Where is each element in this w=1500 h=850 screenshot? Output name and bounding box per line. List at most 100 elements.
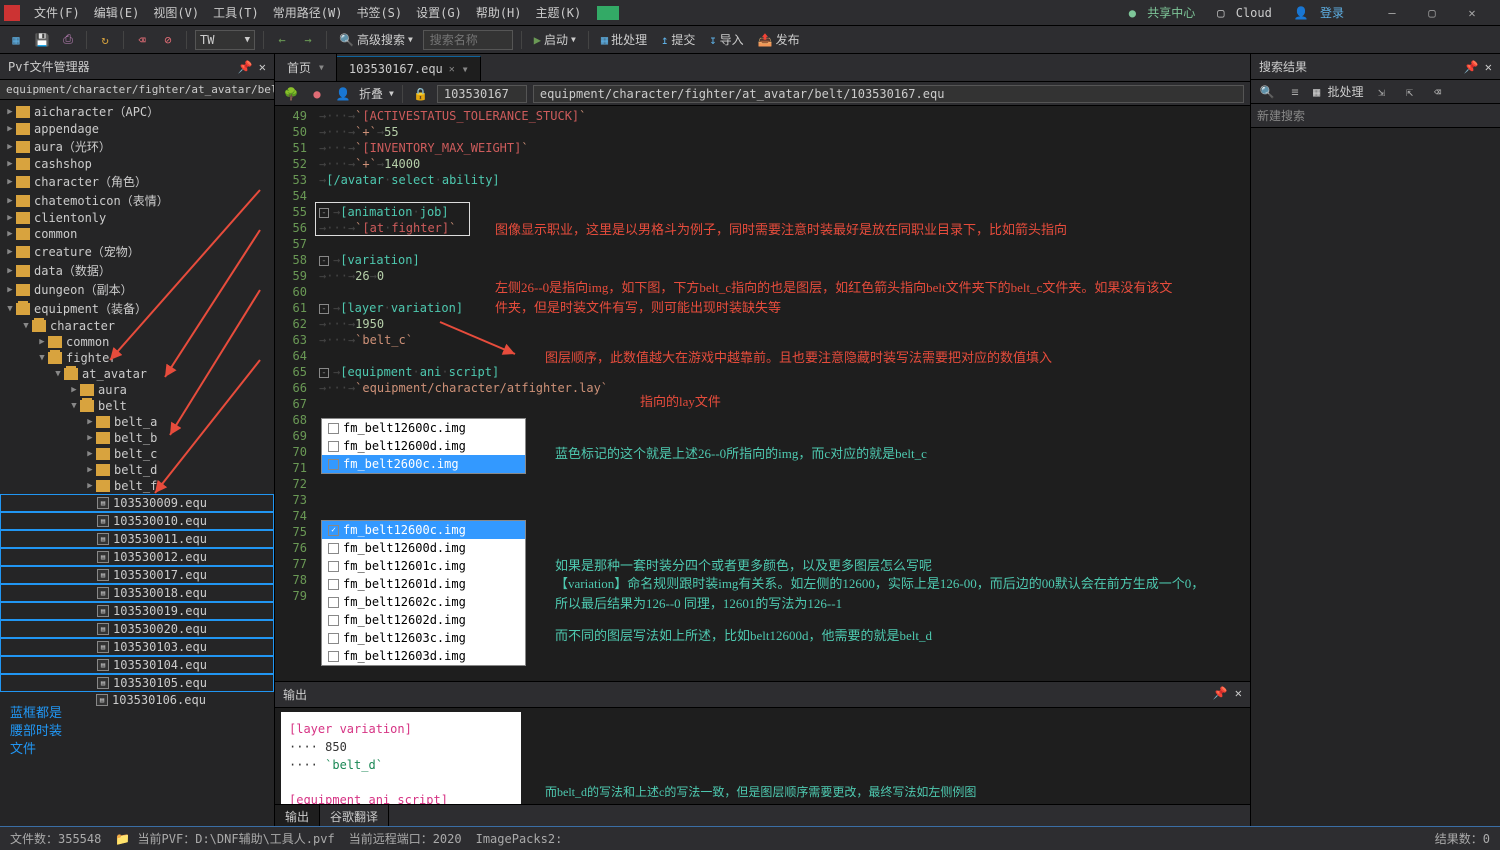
submit-button[interactable]: ↥提交 <box>657 29 699 50</box>
file-node[interactable]: ▤103530105.equ <box>0 674 274 692</box>
advsearch-button[interactable]: 🔍高级搜索 ▼ <box>335 29 417 50</box>
menu-item[interactable]: 工具(T) <box>207 1 265 24</box>
file-node[interactable]: ▤103530103.equ <box>0 638 274 656</box>
search-icon[interactable]: 🔍 <box>1257 82 1277 102</box>
saveall-icon[interactable]: ⎙ <box>58 30 78 50</box>
batch-link[interactable]: ▦ 批处理 <box>1313 83 1363 100</box>
file-node[interactable]: ▤103530010.equ <box>0 512 274 530</box>
tab-home[interactable]: 首页▼ <box>275 54 337 81</box>
output-tab[interactable]: 谷歌翻译 <box>320 805 389 826</box>
delete-icon[interactable]: ⌫ <box>132 30 152 50</box>
file-node[interactable]: ▤103530009.equ <box>0 494 274 512</box>
close-button[interactable]: ✕ <box>1452 2 1492 24</box>
folder-node[interactable]: ▶dungeon（副本） <box>0 280 274 299</box>
file-node[interactable]: ▤103530020.equ <box>0 620 274 638</box>
folder-node[interactable]: ▶character（角色） <box>0 172 274 191</box>
folder-node[interactable]: ▶common <box>0 226 274 242</box>
folder-node[interactable]: ▶belt_b <box>0 430 274 446</box>
close-panel-icon[interactable]: ✕ <box>1485 60 1492 74</box>
folder-node[interactable]: ▼at_avatar <box>0 366 274 382</box>
path-bar[interactable]: equipment/character/fighter/at_avatar/be… <box>0 80 274 100</box>
menu-item[interactable]: 常用路径(W) <box>267 1 349 24</box>
folder-node[interactable]: ▶belt_f <box>0 478 274 494</box>
maximize-button[interactable]: ▢ <box>1412 2 1452 24</box>
code-editor[interactable]: 4950515253545556575859606162636465666768… <box>275 106 1250 681</box>
folder-node[interactable]: ▶belt_c <box>0 446 274 462</box>
import-icon[interactable]: ⇱ <box>1399 82 1419 102</box>
folder-node[interactable]: ▶creature（宠物） <box>0 242 274 261</box>
folder-node[interactable]: ▼fighter <box>0 350 274 366</box>
theme-swatch[interactable] <box>597 6 619 20</box>
file-tree[interactable]: ▶aicharacter（APC）▶appendage▶aura（光环）▶cas… <box>0 100 274 826</box>
folder-node[interactable]: ▶common <box>0 334 274 350</box>
path-input[interactable] <box>533 85 1244 103</box>
person-icon[interactable]: 👤 <box>333 84 353 104</box>
save-icon[interactable]: 💾 <box>32 30 52 50</box>
menu-item[interactable]: 编辑(E) <box>88 1 146 24</box>
folder-node[interactable]: ▶cashshop <box>0 156 274 172</box>
annotation: 【variation】命名规则跟时装img有关系。如左侧的12600，实际上是1… <box>555 574 1205 613</box>
refresh-icon[interactable]: ↻ <box>95 30 115 50</box>
file-node[interactable]: ▤103530017.equ <box>0 566 274 584</box>
menu-item[interactable]: 设置(G) <box>410 1 468 24</box>
file-node[interactable]: ▤103530104.equ <box>0 656 274 674</box>
pin-icon[interactable]: 📌 <box>1213 686 1228 700</box>
run-button[interactable]: ▶启动 ▼ <box>530 29 580 50</box>
forward-icon[interactable]: → <box>298 30 318 50</box>
folder-node[interactable]: ▶belt_a <box>0 414 274 430</box>
folder-node[interactable]: ▶aicharacter（APC） <box>0 102 274 121</box>
login-link[interactable]: 👤 登录 <box>1290 2 1352 23</box>
pin-icon[interactable]: 📌 <box>1464 60 1479 74</box>
tree-icon[interactable]: 🌳 <box>281 84 301 104</box>
folder-node[interactable]: ▶appendage <box>0 121 274 137</box>
minimize-button[interactable]: — <box>1372 2 1412 24</box>
file-node[interactable]: ▤103530011.equ <box>0 530 274 548</box>
folder-node[interactable]: ▶aura <box>0 382 274 398</box>
share-link[interactable]: ● 共享中心 <box>1125 2 1203 23</box>
lock-icon[interactable]: 🔒 <box>411 84 431 104</box>
folder-node[interactable]: ▶chatemoticon（表情） <box>0 191 274 210</box>
folder-node[interactable]: ▶aura（光环） <box>0 137 274 156</box>
panel-title: 搜索结果 <box>1259 58 1307 75</box>
folder-node[interactable]: ▶belt_d <box>0 462 274 478</box>
folder-node[interactable]: ▼equipment（装备） <box>0 299 274 318</box>
pin-icon[interactable]: 📌 <box>238 60 253 74</box>
server-select[interactable]: TW▼ <box>195 30 255 50</box>
new-search-label[interactable]: 新建搜索 <box>1251 104 1500 128</box>
img-list-1: fm_belt12600c.imgfm_belt12600d.imgfm_bel… <box>321 418 526 474</box>
file-node[interactable]: ▤103530019.equ <box>0 602 274 620</box>
output-tab[interactable]: 输出 <box>275 805 320 826</box>
cloud-link[interactable]: ▢ Cloud <box>1213 4 1280 22</box>
folder-node[interactable]: ▼character <box>0 318 274 334</box>
search-input[interactable] <box>423 30 513 50</box>
close-panel-icon[interactable]: ✕ <box>259 60 266 74</box>
folder-node[interactable]: ▼belt <box>0 398 274 414</box>
output-tabs: 输出谷歌翻译 <box>275 804 1250 826</box>
id-input[interactable] <box>437 85 527 103</box>
file-node[interactable]: ▤103530018.equ <box>0 584 274 602</box>
annotation: 指向的lay文件 <box>640 392 940 412</box>
menu-item[interactable]: 书签(S) <box>350 1 408 24</box>
output-title: 输出 <box>283 686 307 703</box>
folder-node[interactable]: ▶data（数据） <box>0 261 274 280</box>
new-icon[interactable]: ▦ <box>6 30 26 50</box>
publish-button[interactable]: 📤发布 <box>754 29 804 50</box>
menu-item[interactable]: 视图(V) <box>147 1 205 24</box>
menu-item[interactable]: 帮助(H) <box>470 1 528 24</box>
import-button[interactable]: ↧导入 <box>705 29 747 50</box>
clear-icon[interactable]: ⌫ <box>1427 82 1447 102</box>
close-output-icon[interactable]: ✕ <box>1235 686 1242 700</box>
fold-button[interactable]: 折叠 <box>359 85 383 102</box>
menu-item[interactable]: 主题(K) <box>530 1 588 24</box>
tab-file[interactable]: 103530167.equ✕▼ <box>337 56 481 81</box>
batch-button[interactable]: ▦批处理 <box>597 29 651 50</box>
main-menu: 文件(F)编辑(E)视图(V)工具(T)常用路径(W)书签(S)设置(G)帮助(… <box>28 1 587 24</box>
export-icon[interactable]: ⇲ <box>1371 82 1391 102</box>
bookmark-icon[interactable]: ● <box>307 84 327 104</box>
filter-icon[interactable]: ≡ <box>1285 82 1305 102</box>
file-node[interactable]: ▤103530012.equ <box>0 548 274 566</box>
back-icon[interactable]: ← <box>272 30 292 50</box>
menu-item[interactable]: 文件(F) <box>28 1 86 24</box>
cancel-icon[interactable]: ⊘ <box>158 30 178 50</box>
folder-node[interactable]: ▶clientonly <box>0 210 274 226</box>
